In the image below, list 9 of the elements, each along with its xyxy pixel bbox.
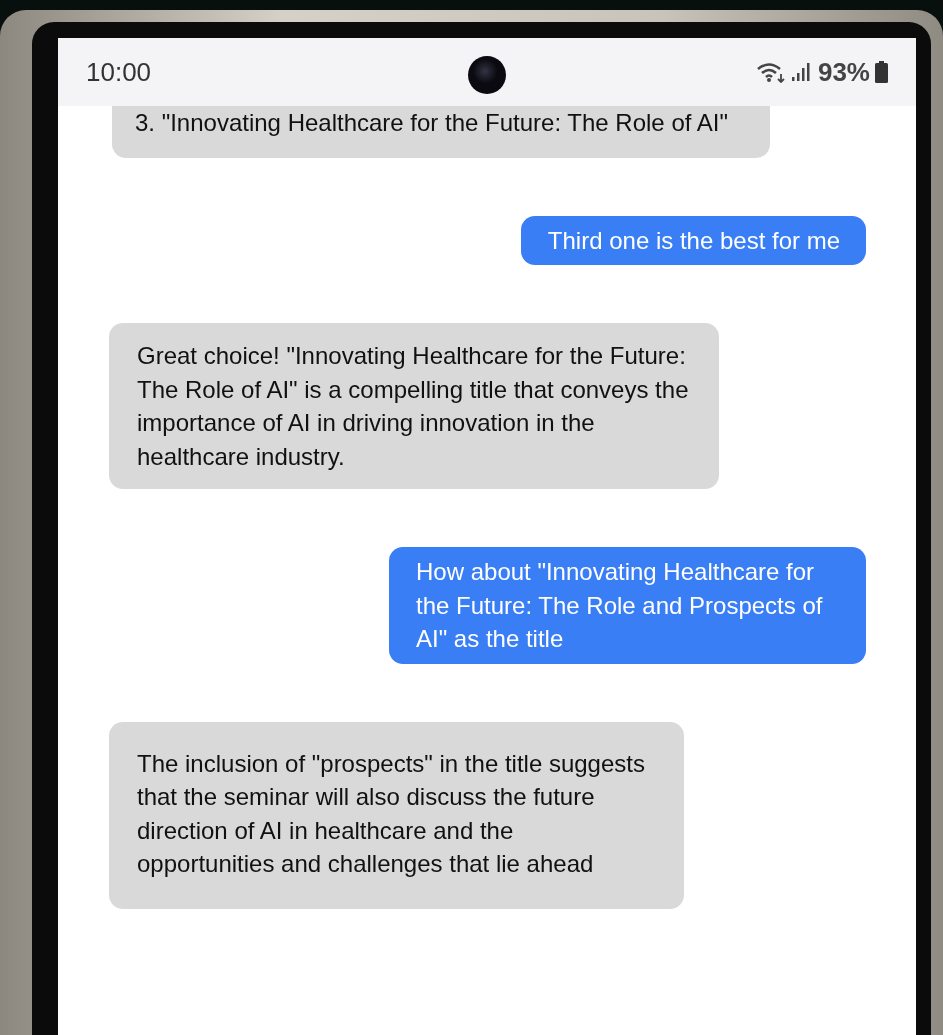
- battery-icon: [875, 61, 888, 83]
- signal-icon: [790, 62, 811, 82]
- chat-message: Third one is the best for me: [520, 215, 866, 265]
- camera-icon: [468, 56, 506, 94]
- chat-message: Great choice! "Innovating Healthcare for the Future: The Role of AI" is a compelling title that conveys the importance of AI in driving innovation in the healthcare industry.: [109, 323, 719, 489]
- battery-percent: 93%: [817, 56, 870, 88]
- wifi-icon: [755, 61, 786, 83]
- chat-message: The inclusion of "prospects" in the title suggests that the seminar will also discuss the future direction of AI in healthcare and the opportunities and challenges that lie ahead: [109, 721, 684, 909]
- chat-message: How about "Innovating Healthcare for the Future: The Role and Prospects of AI" as the title: [389, 547, 866, 664]
